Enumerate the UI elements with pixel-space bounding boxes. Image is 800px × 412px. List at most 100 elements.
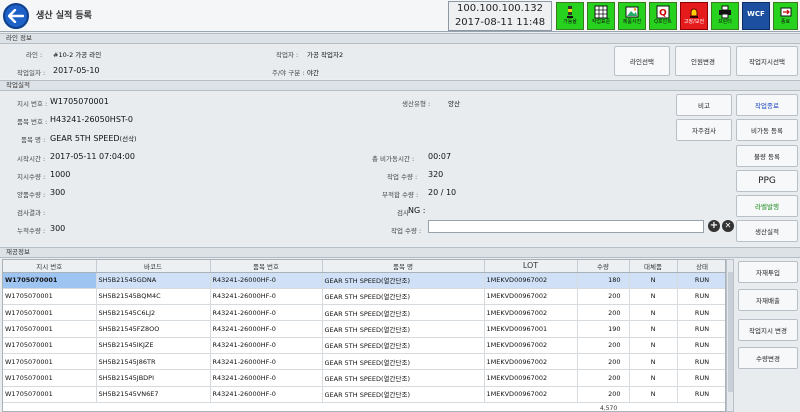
line-info-section-title: 라인 정보	[0, 33, 800, 44]
table-cell: W1705070001	[3, 337, 97, 354]
table-cell: RUN	[677, 369, 725, 387]
back-button[interactable]	[3, 3, 29, 29]
tool-label: 종료	[780, 19, 791, 25]
work-qty-value: 320	[428, 170, 444, 179]
col-header[interactable]: 상태	[677, 260, 725, 273]
table-cell: 1MEKVD00967002	[484, 353, 578, 371]
table-cell: SH5B21545BQM4C	[96, 288, 211, 306]
line-select-button[interactable]: 라인선택	[614, 46, 670, 76]
start-time-label: 시작시간 :	[17, 155, 46, 163]
worker-label: 작업자 :	[276, 51, 299, 59]
mat-return-button[interactable]: 자재배출	[738, 289, 798, 311]
alarm-icon	[690, 8, 698, 18]
tool-qpoint-button[interactable]: Q Q포인트	[649, 2, 677, 30]
table-cell: RUN	[677, 353, 725, 371]
table-cell: N	[629, 369, 678, 387]
downtime-reg-button[interactable]: 비가동 등록	[736, 119, 798, 141]
col-header[interactable]: 지시 번호	[3, 260, 97, 273]
table-row[interactable]: W1705070001 SH5B21545BQM4C R43241-26000HF-…	[3, 288, 725, 306]
ip-address: 100.100.100.132	[457, 3, 543, 14]
total-qty: 4,570	[600, 405, 618, 412]
table-cell: RUN	[677, 288, 725, 306]
table-header-row: 지시 번호 바코드 품목 번호 품목 명 LOT 수량 대체품 상태	[3, 260, 725, 273]
tool-standard-button[interactable]: 작업표준	[587, 2, 615, 30]
part-name-value: GEAR 5TH SPEED(선삭)	[50, 134, 137, 143]
shift-label: 주/야 구분 :	[272, 69, 305, 77]
table-cell: RUN	[677, 337, 725, 354]
order-no-value: W1705070001	[50, 97, 109, 106]
table-cell: N	[629, 288, 678, 306]
table-row[interactable]: W1705070001 SH5B21545C6LJ2 R43241-26000HF-…	[3, 304, 725, 322]
col-header[interactable]: 대체품	[629, 260, 678, 273]
ppg-button[interactable]: PPG	[736, 170, 798, 192]
table-row[interactable]: W1705070001 SH5B21545IKJZE R43241-26000HF-…	[3, 337, 725, 354]
table-row[interactable]: W1705070001 SH5B21545JBDPI R43241-26000HF-…	[3, 369, 725, 387]
tool-label: WCF	[747, 10, 765, 18]
col-header[interactable]: LOT	[484, 260, 578, 273]
tool-photo-button[interactable]: 제품사진	[618, 2, 646, 30]
table-cell: W1705070001	[3, 304, 97, 322]
table-cell: R43241-26000HF-0	[210, 272, 323, 289]
table-row[interactable]: W1705070001 SH5B21545J86TR R43241-26000HF-…	[3, 353, 725, 371]
performance-section-title: 작업실적	[0, 80, 800, 91]
table-cell: SH5B21545JBDPI	[96, 369, 211, 387]
order-change-button[interactable]: 작업지시 변경	[738, 319, 798, 341]
table-cell: R43241-26000HF-0	[210, 320, 323, 338]
table-cell: R43241-26000HF-0	[210, 288, 323, 306]
tool-wcf-button[interactable]: WCF	[742, 2, 770, 30]
tool-exit-button[interactable]: 종료	[773, 2, 798, 30]
table-cell: 200	[577, 288, 630, 306]
exit-icon	[780, 7, 791, 17]
shift-value: 야간	[307, 69, 319, 77]
table-cell: 200	[577, 337, 630, 354]
good-qty-value: 300	[50, 188, 66, 197]
table-row[interactable]: W1705070001 SH5B21545GDNA R43241-26000HF-0…	[3, 272, 725, 289]
self-inspect-button[interactable]: 자주검사	[676, 119, 732, 141]
label-issue-button[interactable]: 라벨발행	[736, 195, 798, 217]
tool-label: 제품사진	[622, 19, 642, 25]
downtime-label: 총 비가동시간 :	[372, 155, 415, 163]
work-end-button[interactable]: 작업종료	[736, 94, 798, 116]
col-header[interactable]: 수량	[577, 260, 630, 273]
defect-qty-value: 20 / 10	[428, 188, 457, 197]
mat-input-button[interactable]: 자재투입	[738, 261, 798, 283]
line-value: #10-2 가공 라인	[53, 51, 102, 59]
qty-change-button[interactable]: 수량변경	[738, 347, 798, 369]
table-cell: SH5B21545IKJZE	[96, 337, 211, 354]
remark-button[interactable]: 비고	[676, 94, 732, 116]
staff-change-button[interactable]: 인원변경	[675, 46, 731, 76]
order-no-label: 지시 번호 :	[17, 100, 48, 108]
workdate-value: 2017-05-10	[53, 66, 100, 75]
scrollbar-thumb[interactable]	[728, 272, 733, 392]
prod-result-button[interactable]: 생산실적	[736, 220, 798, 242]
add-icon[interactable]: +	[708, 220, 720, 232]
tool-printer-button[interactable]: 프린터	[711, 2, 739, 30]
table-cell: N	[629, 304, 678, 322]
cum-qty-value: 300	[50, 224, 66, 233]
table-row[interactable]: W1705070001 SH5B21545VN6E7 R43241-26000HF-…	[3, 386, 725, 403]
work-qty-label: 작업 수량 :	[387, 173, 418, 181]
work-qty-input[interactable]	[428, 220, 704, 233]
table-scrollbar[interactable]	[726, 259, 734, 412]
table-cell: R43241-26000HF-0	[210, 304, 323, 322]
col-header[interactable]: 바코드	[96, 260, 211, 273]
downtime-value: 00:07	[428, 152, 452, 161]
table-cell: W1705070001	[3, 353, 97, 371]
table-cell: GEAR 5TH SPEED(열간단조)	[322, 386, 485, 403]
table-row[interactable]: W1705070001 SH5B21545FZ8OO R43241-26000HF-…	[3, 320, 725, 338]
col-header[interactable]: 품목 명	[322, 260, 485, 273]
signal-tower-icon	[567, 6, 573, 18]
table-cell: W1705070001	[3, 386, 97, 403]
tool-utilization-button[interactable]: 가동율	[556, 2, 584, 30]
table-cell: 1MEKVD00967002	[484, 386, 578, 403]
order-select-button[interactable]: 작업지시선택	[736, 46, 798, 76]
defect-reg-button[interactable]: 불량 등록	[736, 145, 798, 167]
device-info-box: 100.100.100.132 2017-08-11 11:48	[448, 1, 552, 31]
table-cell: 1MEKVD00967002	[484, 288, 578, 306]
col-header[interactable]: 품목 번호	[210, 260, 323, 273]
table-cell: 200	[577, 369, 630, 387]
tool-breakdown-button[interactable]: 고장/보전	[680, 2, 708, 30]
order-qty-value: 1000	[50, 170, 71, 179]
clear-icon[interactable]: ✕	[722, 220, 734, 232]
photo-icon	[625, 6, 639, 18]
